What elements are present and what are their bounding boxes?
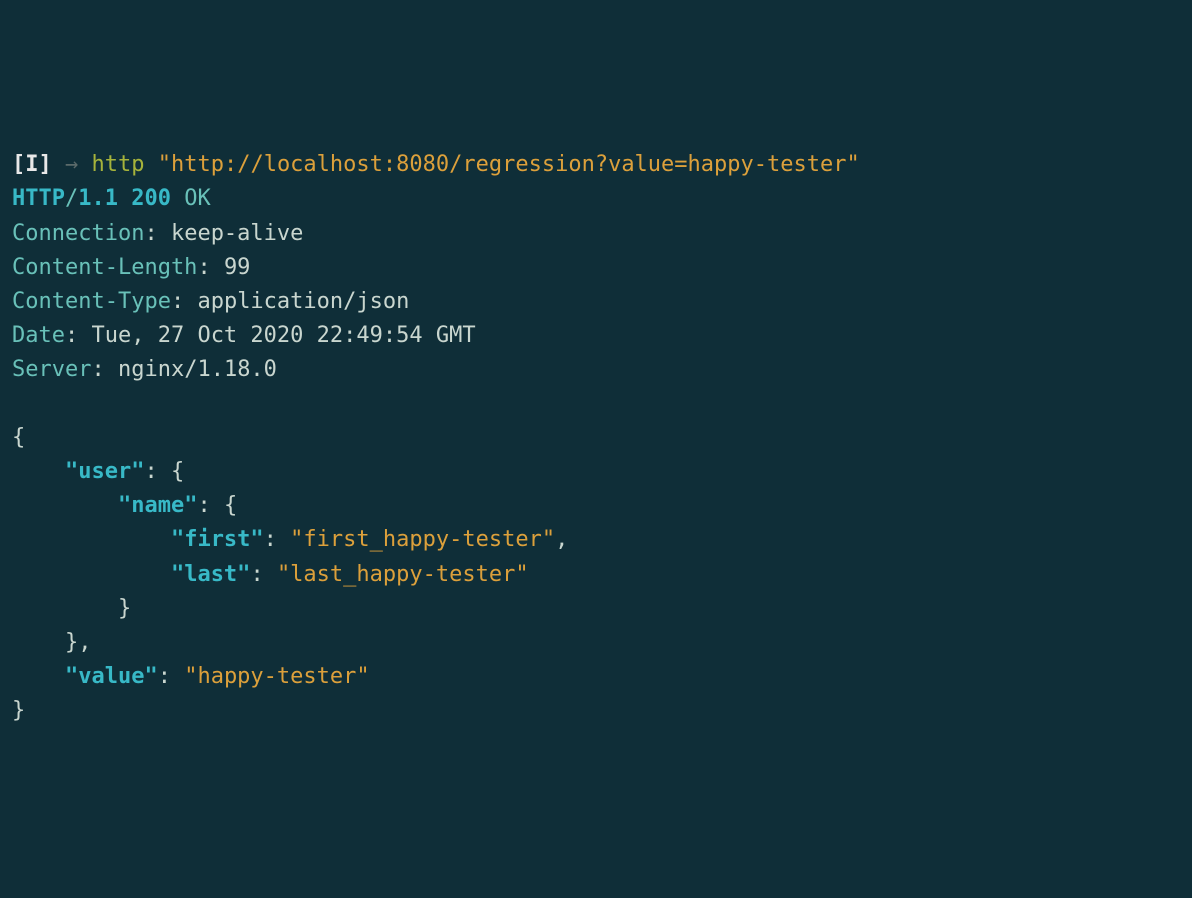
colon: : (197, 493, 224, 518)
header-connection: Connection: keep-alive (12, 221, 303, 246)
json-body: { "user": { "name": { "first": "first_ha… (12, 425, 568, 723)
header-value: keep-alive (171, 221, 303, 246)
http-version: 1.1 (78, 186, 118, 211)
brace-open: { (12, 425, 25, 450)
header-content-length: Content-Length: 99 (12, 255, 250, 280)
indent (12, 562, 171, 587)
indent (12, 527, 171, 552)
colon: : (144, 221, 171, 246)
colon: : (197, 255, 224, 280)
header-value: application/json (197, 289, 409, 314)
colon: : (65, 323, 92, 348)
colon: : (264, 527, 291, 552)
header-key: Content-Type (12, 289, 171, 314)
header-value: 99 (224, 255, 251, 280)
json-value-last: "last_happy-tester" (277, 562, 529, 587)
json-value-first: "first_happy-tester" (290, 527, 555, 552)
protocol: HTTP (12, 186, 65, 211)
comma: , (555, 527, 568, 552)
header-key: Connection (12, 221, 144, 246)
header-key: Content-Length (12, 255, 197, 280)
indent (12, 493, 118, 518)
header-server: Server: nginx/1.18.0 (12, 357, 277, 382)
header-value: Tue, 27 Oct 2020 22:49:54 GMT (91, 323, 475, 348)
indent (12, 664, 65, 689)
prompt-mode: [I] (12, 152, 52, 177)
json-key-first: "first" (171, 527, 264, 552)
header-content-type: Content-Type: application/json (12, 289, 409, 314)
brace-open: { (224, 493, 237, 518)
indent (12, 630, 65, 655)
json-key-last: "last" (171, 562, 250, 587)
colon: : (91, 357, 118, 382)
header-key: Server (12, 357, 91, 382)
colon: : (250, 562, 277, 587)
brace-close-comma: }, (65, 630, 92, 655)
brace-close: } (12, 698, 25, 723)
brace-close: } (118, 596, 131, 621)
slash: / (65, 186, 78, 211)
colon: : (171, 289, 198, 314)
json-key-name: "name" (118, 493, 197, 518)
status-reason: OK (184, 186, 211, 211)
header-value: nginx/1.18.0 (118, 357, 277, 382)
command-name: http (92, 152, 145, 177)
json-value-value: "happy-tester" (184, 664, 369, 689)
header-date: Date: Tue, 27 Oct 2020 22:49:54 GMT (12, 323, 476, 348)
status-code: 200 (131, 186, 171, 211)
terminal: [I] → http "http://localhost:8080/regres… (12, 148, 1180, 728)
colon: : (158, 664, 185, 689)
command-url: "http://localhost:8080/regression?value=… (158, 152, 860, 177)
indent (12, 596, 118, 621)
json-key-user: "user" (65, 459, 144, 484)
indent (12, 459, 65, 484)
header-key: Date (12, 323, 65, 348)
colon: : (144, 459, 171, 484)
brace-open: { (171, 459, 184, 484)
prompt-line: [I] → http "http://localhost:8080/regres… (12, 152, 860, 177)
status-line: HTTP/1.1 200 OK (12, 186, 211, 211)
prompt-arrow-icon: → (65, 152, 78, 177)
json-key-value: "value" (65, 664, 158, 689)
